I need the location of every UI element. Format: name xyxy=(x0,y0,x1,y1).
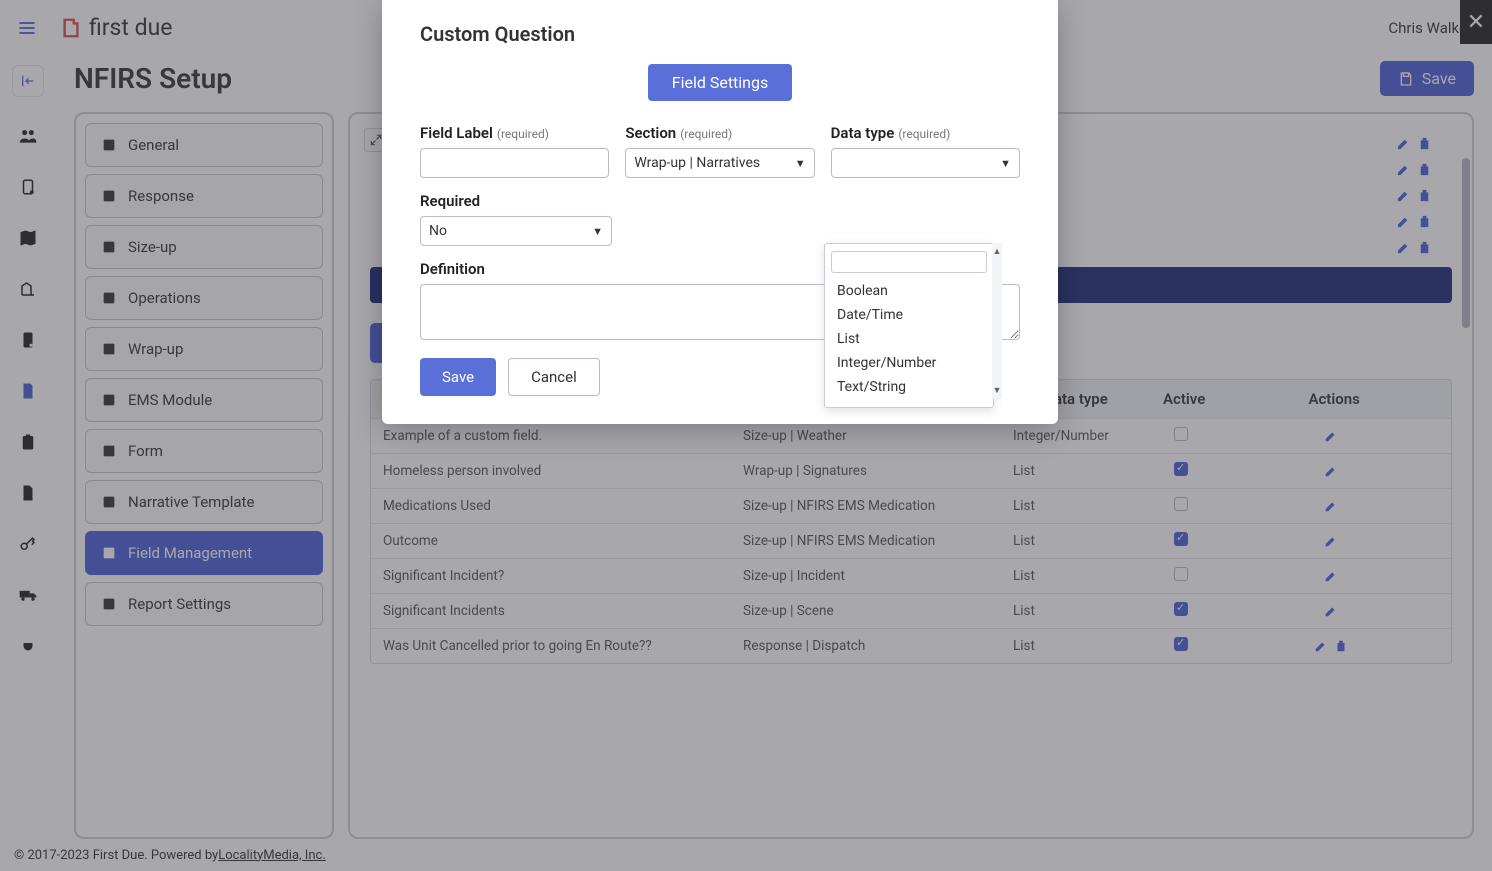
section-select-value: Wrap-up | Narratives xyxy=(634,155,760,171)
label-required: Required xyxy=(420,192,612,210)
required-select-value: No xyxy=(429,223,447,239)
dropdown-option[interactable]: List xyxy=(831,327,987,351)
dropdown-option[interactable]: Boolean xyxy=(831,279,987,303)
modal-save-button[interactable]: Save xyxy=(420,358,496,396)
modal-cancel-button[interactable]: Cancel xyxy=(508,358,600,396)
label-field-label: Field Label xyxy=(420,124,493,142)
required-hint: (required) xyxy=(497,127,549,141)
dropdown-search-input[interactable] xyxy=(831,251,987,273)
chevron-down-icon: ▼ xyxy=(592,225,603,238)
dropdown-option[interactable]: Date/Time xyxy=(831,303,987,327)
section-select[interactable]: Wrap-up | Narratives ▼ xyxy=(625,148,814,178)
chevron-down-icon: ▼ xyxy=(795,157,806,170)
required-select[interactable]: No ▼ xyxy=(420,216,612,246)
dropdown-option[interactable]: Text/String xyxy=(831,375,987,399)
data-type-select[interactable]: ▼ xyxy=(831,148,1020,178)
data-type-dropdown: BooleanDate/TimeListInteger/NumberText/S… xyxy=(824,243,994,408)
tab-field-settings[interactable]: Field Settings xyxy=(648,64,793,101)
label-section: Section xyxy=(625,124,676,142)
field-label-input[interactable] xyxy=(420,148,609,178)
dropdown-option[interactable]: Integer/Number xyxy=(831,351,987,375)
modal-title: Custom Question xyxy=(420,22,1020,46)
label-data-type: Data type xyxy=(831,124,895,142)
scroll-down-arrow[interactable]: ▼ xyxy=(993,385,1002,396)
scroll-up-arrow[interactable]: ▲ xyxy=(993,246,1002,257)
chevron-down-icon: ▼ xyxy=(1000,157,1011,170)
